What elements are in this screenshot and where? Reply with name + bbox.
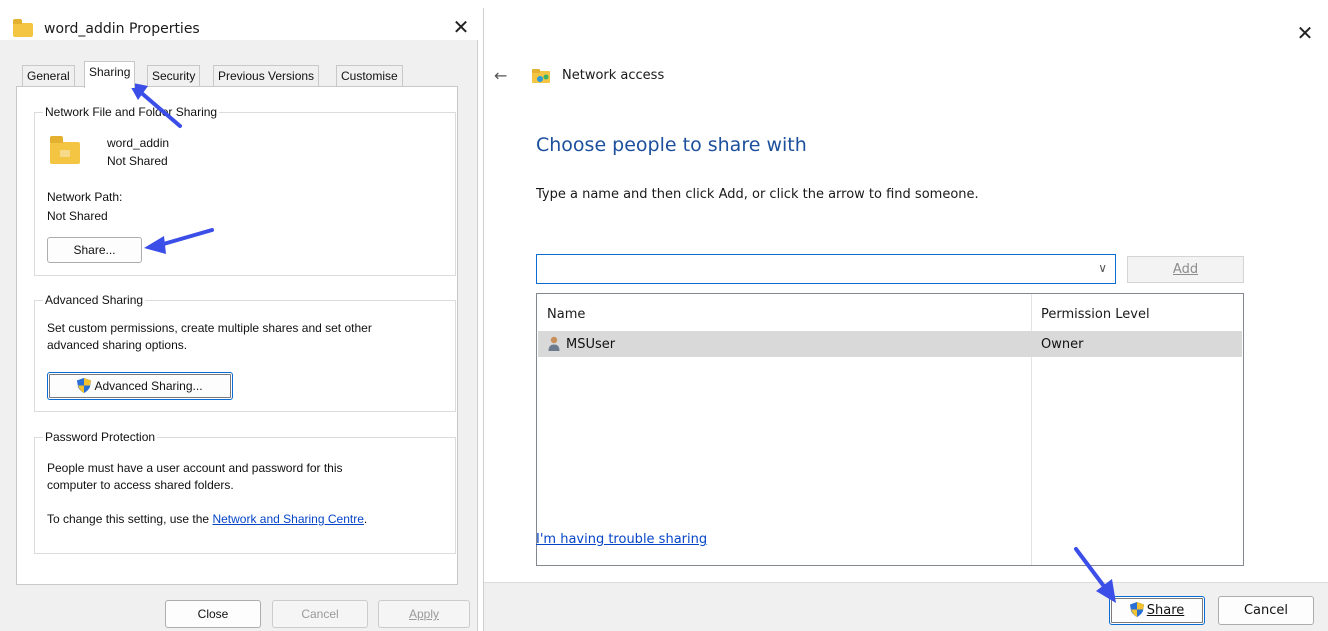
cancel-button[interactable]: Cancel bbox=[272, 600, 368, 628]
password-line1: People must have a user account and pass… bbox=[47, 461, 343, 475]
folder-icon bbox=[50, 136, 80, 164]
apply-button[interactable]: Apply bbox=[378, 600, 470, 628]
close-button[interactable]: Close bbox=[165, 600, 261, 628]
folder-name: word_addin bbox=[107, 136, 170, 150]
password-protection-group: Password Protection bbox=[34, 430, 456, 554]
group-label: Advanced Sharing bbox=[43, 293, 146, 307]
cancel-button[interactable]: Cancel bbox=[1218, 596, 1314, 625]
people-list: Name Permission Level MSUser Owner bbox=[536, 293, 1244, 566]
password-line2: computer to access shared folders. bbox=[47, 478, 234, 492]
user-icon bbox=[548, 336, 560, 351]
name-combobox[interactable]: ∨ bbox=[536, 254, 1116, 284]
dialog-title: word_addin Properties bbox=[44, 21, 200, 37]
close-icon[interactable]: ✕ bbox=[1294, 22, 1316, 44]
column-permission-level[interactable]: Permission Level bbox=[1041, 307, 1150, 322]
share-button[interactable]: Share bbox=[1109, 596, 1205, 625]
change-setting-text: To change this setting, use the Network … bbox=[47, 512, 367, 526]
change-suffix: . bbox=[363, 512, 368, 526]
add-button[interactable]: Add bbox=[1127, 256, 1244, 283]
table-row[interactable]: MSUser Owner bbox=[538, 331, 1242, 357]
back-arrow-icon[interactable]: ← bbox=[494, 66, 507, 85]
title-bar: word_addin Properties ✕ bbox=[0, 0, 478, 40]
instruction-text: Type a name and then click Add, or click… bbox=[536, 187, 979, 202]
tab-security[interactable]: Security bbox=[147, 65, 201, 87]
change-prefix: To change this setting, use the bbox=[47, 512, 213, 526]
wizard-footer: Share Cancel bbox=[484, 582, 1328, 631]
user-name: MSUser bbox=[566, 337, 616, 352]
uac-shield-icon bbox=[1129, 602, 1144, 617]
trouble-sharing-link[interactable]: I'm having trouble sharing bbox=[536, 532, 707, 547]
tab-previous-versions[interactable]: Previous Versions bbox=[213, 65, 320, 87]
tab-customise[interactable]: Customise bbox=[336, 65, 403, 87]
share-button[interactable]: Share... bbox=[47, 237, 142, 263]
network-path-label: Network Path: bbox=[47, 190, 123, 204]
share-label: Share bbox=[1146, 603, 1185, 618]
list-header: Name Permission Level bbox=[537, 294, 1243, 330]
uac-shield-icon bbox=[77, 378, 92, 393]
page-heading: Choose people to share with bbox=[536, 134, 807, 156]
group-label: Password Protection bbox=[43, 430, 158, 444]
tab-sharing[interactable]: Sharing bbox=[84, 61, 136, 88]
network-folder-icon bbox=[532, 69, 550, 83]
advanced-sharing-label: Advanced Sharing... bbox=[94, 379, 203, 393]
group-label: Network File and Folder Sharing bbox=[43, 105, 220, 119]
advanced-description-line2: advanced sharing options. bbox=[47, 338, 188, 352]
network-sharing-centre-link[interactable]: Network and Sharing Centre bbox=[212, 512, 363, 526]
close-icon[interactable]: ✕ bbox=[450, 16, 472, 38]
folder-icon bbox=[13, 19, 33, 37]
column-name[interactable]: Name bbox=[547, 307, 585, 322]
advanced-description-line1: Set custom permissions, create multiple … bbox=[47, 321, 372, 335]
properties-dialog: word_addin Properties ✕ General Sharing … bbox=[0, 0, 478, 631]
permission-level[interactable]: Owner bbox=[1041, 337, 1083, 352]
folder-status: Not Shared bbox=[107, 154, 168, 168]
network-access-wizard: ✕ ← Network access Choose people to shar… bbox=[483, 8, 1328, 631]
network-path-value: Not Shared bbox=[47, 209, 108, 223]
advanced-sharing-button[interactable]: Advanced Sharing... bbox=[47, 372, 233, 400]
tab-general[interactable]: General bbox=[22, 65, 75, 87]
dropdown-arrow-icon[interactable]: ∨ bbox=[1098, 261, 1107, 275]
wizard-title: Network access bbox=[562, 68, 665, 83]
